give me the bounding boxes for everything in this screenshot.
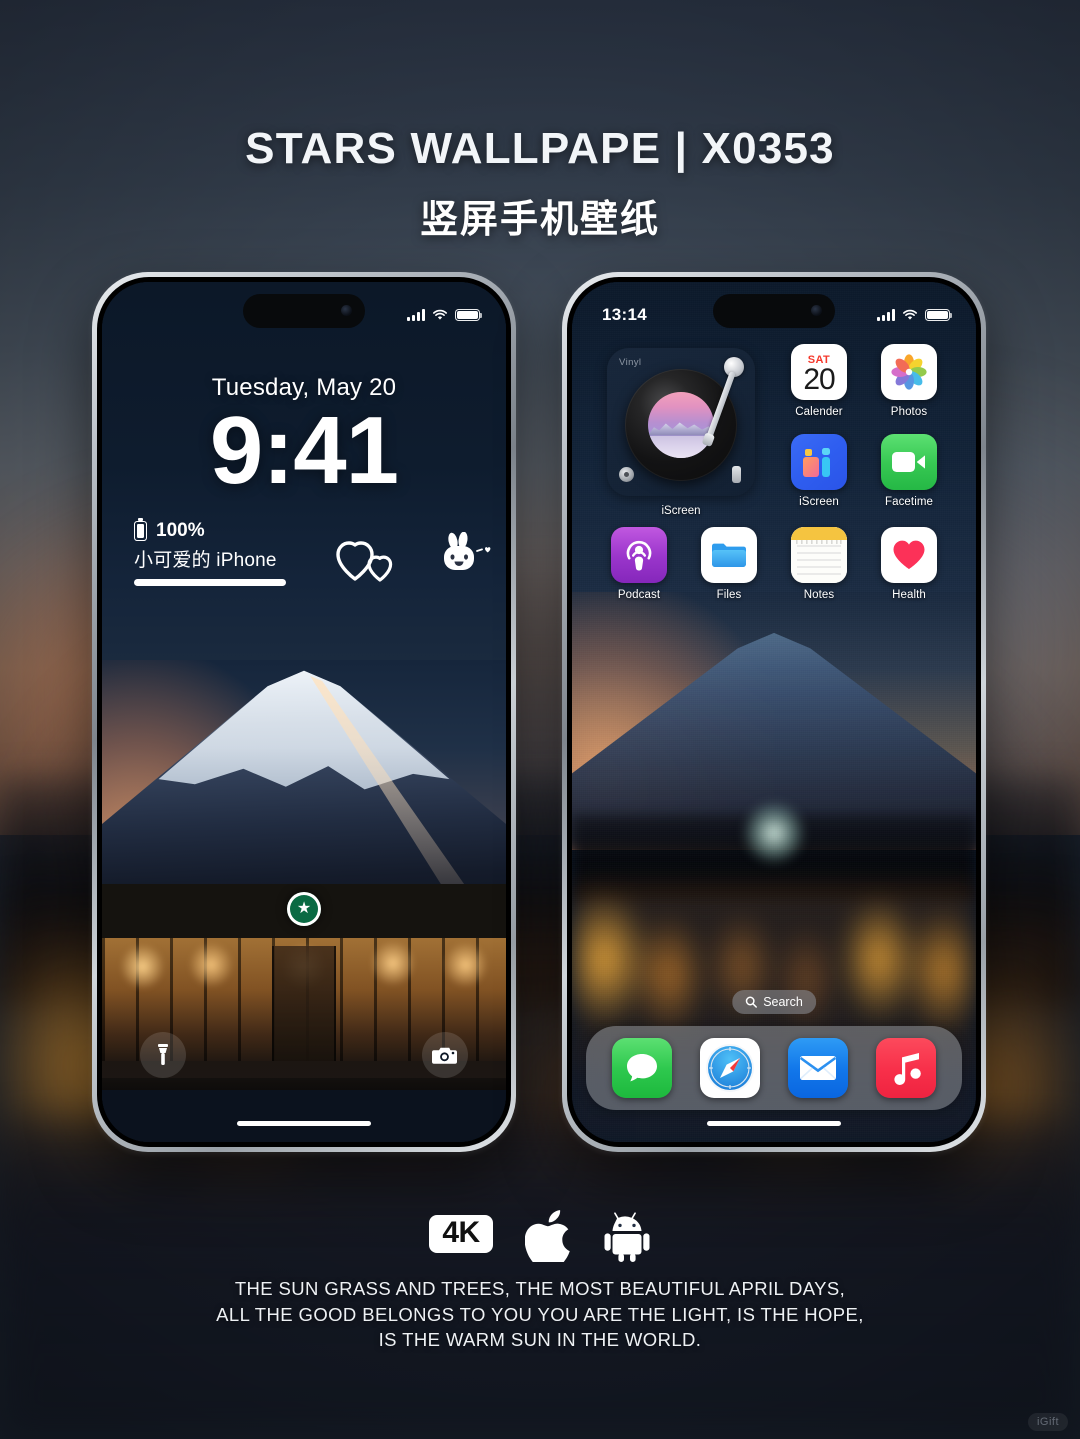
search-button[interactable]: Search <box>732 990 816 1014</box>
battery-widget-row: 100% <box>134 518 286 542</box>
widget-column: Vinyl iScreen <box>594 344 774 517</box>
notes-icon <box>791 527 847 583</box>
flashlight-icon <box>158 1044 168 1065</box>
search-icon <box>745 996 757 1008</box>
vinyl-widget-tag: Vinyl <box>619 357 642 368</box>
app-notes[interactable]: Notes <box>774 527 864 601</box>
search-label: Search <box>763 995 803 1009</box>
vinyl-widget[interactable]: Vinyl iScreen <box>594 344 768 517</box>
turntable-right-slider-icon <box>732 466 741 483</box>
facetime-icon <box>881 433 937 490</box>
hearts-sticker <box>335 537 397 588</box>
app-label: Podcast <box>617 589 661 601</box>
vinyl-widget-card[interactable]: Vinyl <box>607 348 755 496</box>
album-art-mountains <box>648 422 714 436</box>
battery-percent: 100% <box>156 520 205 541</box>
app-files[interactable]: Files <box>684 527 774 601</box>
battery-level-icon <box>134 518 147 541</box>
app-label: Calender <box>795 406 843 418</box>
app-label: Facetime <box>884 495 934 508</box>
storefront-door <box>271 945 337 1062</box>
app-health[interactable]: Health <box>864 527 954 601</box>
storefront-ground <box>102 1078 506 1091</box>
bunny-sticker <box>437 531 493 585</box>
dynamic-island <box>243 294 365 328</box>
starbucks-logo-icon: ★ <box>287 892 321 927</box>
phone-home-screen: 13:14 Vinyl iScreen SAT 20 Calender Phot… <box>562 272 986 1152</box>
lock-time: 9:41 <box>209 397 399 504</box>
app-podcast[interactable]: Podcast <box>594 527 684 601</box>
cellular-signal-icon <box>877 309 895 321</box>
messages-icon[interactable] <box>612 1038 672 1098</box>
mail-icon[interactable] <box>788 1038 848 1098</box>
lock-status-indicators <box>407 308 483 322</box>
cellular-signal-icon <box>407 309 425 321</box>
apps-column: SAT 20 Calender Photos iScreen Facetime <box>774 344 954 517</box>
battery-icon <box>455 308 483 322</box>
app-grid-row-bottom: Podcast Files Notes Health <box>594 527 954 601</box>
lock-screen-display: ★ Tuesday, May 20 9:41 100% 小可爱的 iPhone <box>102 282 506 1142</box>
app-calendar[interactable]: SAT 20 Calender <box>774 344 864 428</box>
flashlight-button[interactable] <box>140 1032 186 1078</box>
app-label: Files <box>716 589 742 601</box>
iscreen-icon <box>791 433 847 490</box>
app-photos[interactable]: Photos <box>864 344 954 428</box>
apple-icon <box>524 1210 570 1262</box>
android-icon <box>604 1212 650 1262</box>
music-icon[interactable] <box>876 1038 936 1098</box>
calendar-day-number: 20 <box>803 363 835 397</box>
header: STARS WALLPAPE | X0353 竖屏手机壁纸 <box>0 124 1080 243</box>
caption-block: THE SUN GRASS AND TREES, THE MOST BEAUTI… <box>0 1276 1080 1353</box>
health-icon <box>881 527 937 583</box>
caption-line-2: ALL THE GOOD BELONGS TO YOU YOU ARE THE … <box>216 1303 864 1325</box>
wifi-icon <box>903 309 917 320</box>
app-label: iScreen <box>799 495 839 508</box>
app-label: Health <box>892 589 926 601</box>
safari-icon[interactable] <box>700 1038 760 1098</box>
home-screen-display: 13:14 Vinyl iScreen SAT 20 Calender Phot… <box>572 282 976 1142</box>
caption-line-1: THE SUN GRASS AND TREES, THE MOST BEAUTI… <box>234 1278 846 1299</box>
page-title-english: STARS WALLPAPE | X0353 <box>245 124 835 173</box>
wifi-icon <box>433 309 447 320</box>
app-label: Notes <box>803 589 835 601</box>
phone-lock-screen: ★ Tuesday, May 20 9:41 100% 小可爱的 iPhone <box>92 272 516 1152</box>
page-title-chinese: 竖屏手机壁纸 <box>419 199 660 241</box>
home-indicator[interactable] <box>237 1120 371 1126</box>
lock-wallpaper-foreground <box>102 1090 506 1142</box>
caption-line-3: IS THE WARM SUN IN THE WORLD. <box>378 1329 702 1351</box>
photos-icon <box>881 344 937 400</box>
app-facetime[interactable]: Facetime <box>864 433 954 518</box>
turntable-left-knob-icon <box>619 467 634 482</box>
vinyl-album-art <box>648 391 714 458</box>
phone-bezel: 13:14 Vinyl iScreen SAT 20 Calender Phot… <box>567 277 981 1147</box>
watermark: iGift <box>1027 1413 1068 1431</box>
calendar-icon: SAT 20 <box>791 344 847 400</box>
battery-icon <box>925 308 953 322</box>
app-iscreen[interactable]: iScreen <box>774 433 864 518</box>
lock-clock-block: Tuesday, May 20 9:41 <box>102 374 506 504</box>
battery-progress-bar <box>134 579 286 586</box>
dock <box>586 1026 962 1110</box>
camera-button[interactable] <box>422 1032 468 1078</box>
home-status-time: 13:14 <box>602 305 647 324</box>
format-badges: 4K <box>0 1206 1080 1262</box>
podcast-icon <box>611 527 667 583</box>
device-name: 小可爱的 iPhone <box>134 550 277 571</box>
dynamic-island <box>713 294 835 328</box>
app-label: Photos <box>890 406 928 418</box>
app-grid: Vinyl iScreen SAT 20 Calender Photos iSc… <box>572 344 976 601</box>
vinyl-widget-label: iScreen <box>661 505 701 517</box>
phone-bezel: ★ Tuesday, May 20 9:41 100% 小可爱的 iPhone <box>97 277 511 1147</box>
home-status-indicators <box>877 308 953 322</box>
camera-icon <box>432 1047 457 1064</box>
home-indicator[interactable] <box>707 1120 841 1126</box>
resolution-badge: 4K <box>429 1214 493 1254</box>
lock-wallpaper-fuji <box>102 660 506 919</box>
files-icon <box>701 527 757 583</box>
battery-widget[interactable]: 100% 小可爱的 iPhone <box>134 518 286 586</box>
app-grid-top-section: Vinyl iScreen SAT 20 Calender Photos iSc… <box>594 344 954 517</box>
vinyl-record-icon <box>625 368 737 481</box>
